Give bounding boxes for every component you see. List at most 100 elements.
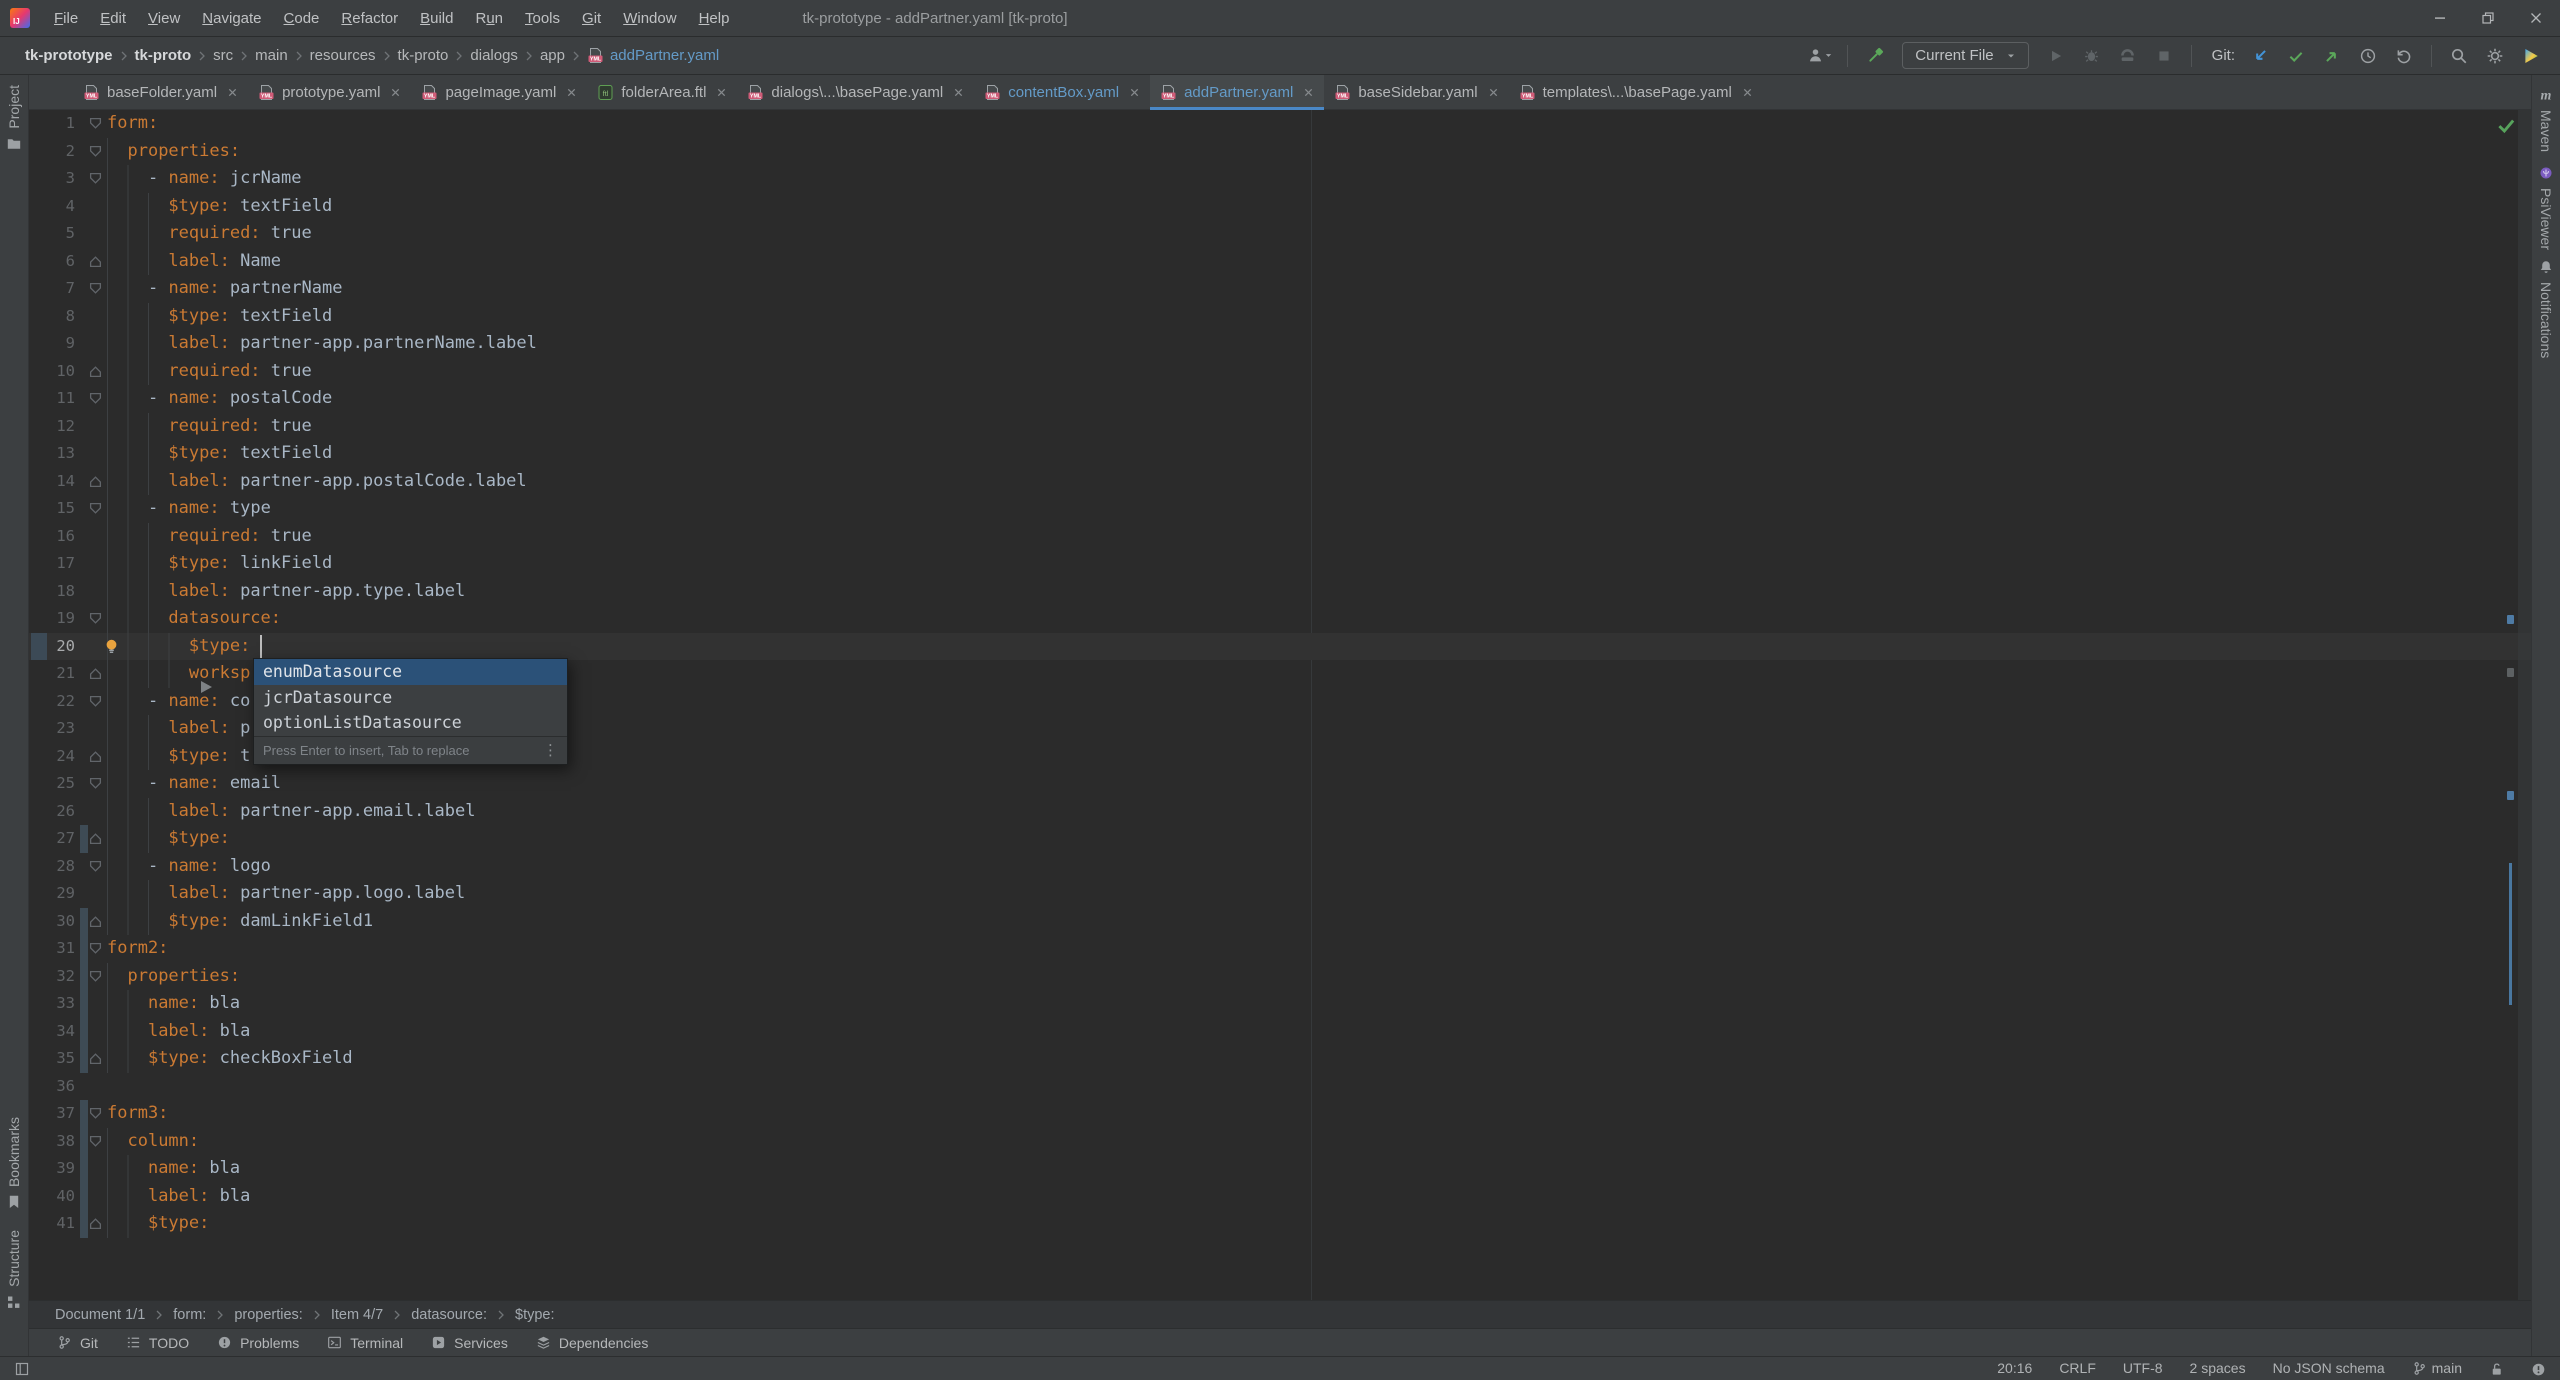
error-stripe-mark[interactable] [2507,791,2514,800]
code-line[interactable]: 6 label: Name [29,247,2531,275]
code-text[interactable]: - name: logo [107,852,271,880]
code-line[interactable]: 41 $type: [29,1210,2531,1238]
menu-tools[interactable]: Tools [514,10,571,27]
code-line[interactable]: 20 $type: [29,632,2531,660]
code-line[interactable]: 30 $type: damLinkField1 [29,907,2531,935]
status-no-json-schema[interactable]: No JSON schema [2273,1360,2385,1376]
code-line[interactable]: 10 required: true [29,357,2531,385]
toolwindow-git[interactable]: Git [43,1329,112,1356]
rollback-button[interactable] [2389,42,2419,70]
fold-open-icon[interactable] [89,860,102,873]
code-line[interactable]: 28 - name: logo [29,852,2531,880]
editor-breadcrumb-properties[interactable]: properties: [228,1307,309,1323]
stripe-button-maven[interactable]: Maven [2532,87,2560,152]
code-line[interactable]: 26 label: partner-app.email.label [29,797,2531,825]
code-text[interactable]: label: bla [107,1017,250,1045]
menu-run[interactable]: Run [464,10,514,27]
breadcrumb-item-tk-proto[interactable]: tk-proto [391,47,456,64]
code-text[interactable]: $type: damLinkField1 [107,907,373,935]
code-line[interactable]: 13 $type: textField [29,440,2531,468]
readonly-toggle[interactable] [2489,1360,2504,1377]
code-text[interactable]: required: true [107,412,312,440]
code-text[interactable]: label: p [107,715,250,743]
code-text[interactable]: required: true [107,522,312,550]
git-branch-widget[interactable]: main [2412,1360,2462,1376]
status-20-16[interactable]: 20:16 [1997,1360,2032,1376]
code-line[interactable]: 27 $type: [29,825,2531,853]
tab-close-icon[interactable] [1488,84,1499,101]
user-profile-button[interactable] [1805,42,1835,70]
breadcrumb-item-main[interactable]: main [248,47,295,64]
fold-close-icon[interactable] [89,667,102,680]
fold-open-icon[interactable] [89,1135,102,1148]
build-button[interactable] [1860,42,1890,70]
code-line[interactable]: 11 - name: postalCode [29,385,2531,413]
tab-close-icon[interactable] [953,84,964,101]
code-line[interactable]: 3 - name: jcrName [29,165,2531,193]
code-text[interactable]: required: true [107,220,312,248]
scrollbar-track[interactable] [2518,110,2531,1300]
tab-contentbox-yaml[interactable]: contentBox.yaml [974,75,1150,109]
run-button[interactable] [2041,42,2071,70]
tab-close-icon[interactable] [1129,84,1140,101]
stripe-button-notifications[interactable]: Notifications [2532,259,2560,358]
code-text[interactable]: - name: co [107,687,250,715]
code-line[interactable]: 33 name: bla [29,990,2531,1018]
stripe-button-psiviewer[interactable]: PsiViewer [2532,165,2560,250]
code-line[interactable]: 35 $type: checkBoxField [29,1045,2531,1073]
git-update-button[interactable] [2245,42,2275,70]
fold-close-icon[interactable] [89,475,102,488]
tab-close-icon[interactable] [716,84,727,101]
debug-button[interactable] [2077,42,2107,70]
minimize-button[interactable] [2416,0,2464,36]
tool-window-switcher-button[interactable] [14,1360,30,1377]
code-text[interactable]: form: [107,110,158,138]
editor-breadcrumb-form[interactable]: form: [167,1307,212,1323]
code-line[interactable]: 18 label: partner-app.type.label [29,577,2531,605]
menu-git[interactable]: Git [571,10,612,27]
fold-open-icon[interactable] [89,172,102,185]
code-line[interactable]: 9 label: partner-app.partnerName.label [29,330,2531,358]
fold-open-icon[interactable] [89,612,102,625]
code-text[interactable]: - name: postalCode [107,385,332,413]
code-line[interactable]: 29 label: partner-app.logo.label [29,880,2531,908]
code-text[interactable]: form2: [107,935,168,963]
code-line[interactable]: 38 column: [29,1127,2531,1155]
code-text[interactable]: label: partner-app.logo.label [107,880,465,908]
close-button[interactable] [2512,0,2560,36]
toolwindow-services[interactable]: Services [417,1329,522,1356]
stripe-button-bookmarks[interactable]: Bookmarks [0,1117,28,1210]
status-utf-8[interactable]: UTF-8 [2123,1360,2163,1376]
code-line[interactable]: 34 label: bla [29,1017,2531,1045]
code-text[interactable]: label: partner-app.type.label [107,577,465,605]
fold-close-icon[interactable] [89,915,102,928]
code-text[interactable]: label: bla [107,1182,250,1210]
code-text[interactable]: label: partner-app.postalCode.label [107,467,527,495]
code-line[interactable]: 17 $type: linkField [29,550,2531,578]
menu-navigate[interactable]: Navigate [191,10,272,27]
code-text[interactable]: label: partner-app.partnerName.label [107,330,537,358]
editor-breadcrumb-datasource[interactable]: datasource: [405,1307,493,1323]
completion-item-jcrdatasource[interactable]: jcrDatasource [254,685,567,711]
code-text[interactable]: - name: jcrName [107,165,302,193]
fold-close-icon[interactable] [89,1052,102,1065]
run-configuration-select[interactable]: Current File [1902,42,2029,69]
error-stripe-mark[interactable] [2507,615,2514,624]
fold-close-icon[interactable] [89,365,102,378]
tab-folderarea-ftl[interactable]: folderArea.ftl [587,75,737,109]
tab-templates-basepage-yaml[interactable]: templates\...\basePage.yaml [1509,75,1763,109]
code-text[interactable]: $type: [107,1210,209,1238]
code-line[interactable]: 8 $type: textField [29,302,2531,330]
editor-breadcrumb-document-1-1[interactable]: Document 1/1 [49,1307,151,1323]
code-text[interactable]: name: bla [107,1155,240,1183]
code-text[interactable]: $type: [107,825,230,853]
menu-build[interactable]: Build [409,10,464,27]
code-line[interactable]: 14 label: partner-app.postalCode.label [29,467,2531,495]
breadcrumb-item-app[interactable]: app [533,47,572,64]
toolwindow-dependencies[interactable]: Dependencies [522,1329,663,1356]
menu-refactor[interactable]: Refactor [330,10,409,27]
code-text[interactable]: worksp [107,660,250,688]
completion-item-enumdatasource[interactable]: enumDatasource [254,659,567,685]
code-line[interactable]: 16 required: true [29,522,2531,550]
breadcrumb-item-addpartner-yaml[interactable]: addPartner.yaml [580,47,726,64]
